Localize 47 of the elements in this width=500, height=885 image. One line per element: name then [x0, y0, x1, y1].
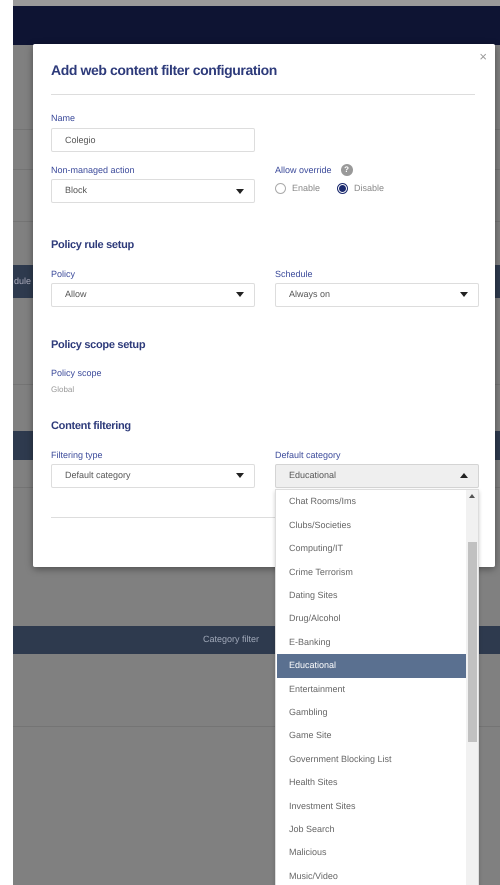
field-label: Schedule	[275, 268, 314, 280]
name-input[interactable]: Colegio	[51, 128, 255, 152]
scroll-up-icon[interactable]	[469, 494, 475, 498]
dropdown-option[interactable]: Gambling	[277, 701, 466, 724]
dropdown-option[interactable]: Dating Sites	[277, 584, 466, 608]
field-label: Default category	[275, 448, 342, 460]
band-text: dule	[14, 274, 32, 288]
dropdown-option[interactable]: Educational	[277, 654, 466, 678]
scope-value: Global	[51, 384, 76, 396]
caret-down-icon	[460, 292, 468, 297]
select-field[interactable]: Educational	[275, 464, 479, 488]
field-label: Allow override	[275, 164, 332, 176]
section-heading: Policy rule setup	[51, 238, 135, 253]
select-field[interactable]: Default category	[51, 464, 255, 488]
dropdown-option[interactable]: Malicious	[277, 841, 466, 865]
dropdown-option[interactable]: Game Site	[277, 724, 466, 748]
dialog-title: Add web content filter configuration	[51, 61, 278, 80]
section-heading: Content filtering	[51, 419, 132, 434]
select-field[interactable]: Block	[51, 179, 255, 203]
caret-up-icon	[460, 473, 468, 478]
dropdown-option[interactable]: Music/Video	[277, 864, 466, 885]
dropdown-option[interactable]: Drug/Alcohol	[277, 607, 466, 631]
scrollbar[interactable]	[466, 490, 478, 885]
dropdown-option[interactable]: E-Banking	[277, 630, 466, 654]
radio-option[interactable]: Enable	[275, 182, 320, 196]
radio-option[interactable]: Disable	[337, 182, 384, 196]
field-label: Non-managed action	[51, 164, 136, 176]
dropdown-option[interactable]: Crime Terrorism	[277, 560, 466, 584]
caret-down-icon	[236, 473, 244, 478]
dropdown-option[interactable]: Chat Rooms/Ims	[277, 490, 466, 514]
dropdown-option[interactable]: Investment Sites	[277, 794, 466, 818]
section-heading: Policy scope setup	[51, 338, 146, 352]
dropdown-option[interactable]: Government Blocking List	[277, 748, 466, 772]
select-field[interactable]: Allow	[51, 282, 255, 306]
field-label: Policy scope	[51, 367, 103, 379]
select-field[interactable]: Always on	[275, 282, 479, 306]
caret-down-icon	[236, 188, 244, 194]
field-label: Filtering type	[51, 448, 104, 460]
dropdown-option[interactable]: Health Sites	[277, 771, 466, 795]
dropdown-option[interactable]: Computing/IT	[277, 537, 466, 561]
caret-down-icon	[236, 292, 244, 297]
dropdown-option[interactable]: Entertainment	[277, 678, 466, 702]
field-label: Policy	[51, 268, 76, 280]
dropdown-option[interactable]: Job Search	[277, 818, 466, 842]
dropdown-option[interactable]: Clubs/Societies	[277, 514, 466, 538]
band-text: Category filter	[203, 633, 260, 646]
field-label: Name	[51, 112, 76, 124]
